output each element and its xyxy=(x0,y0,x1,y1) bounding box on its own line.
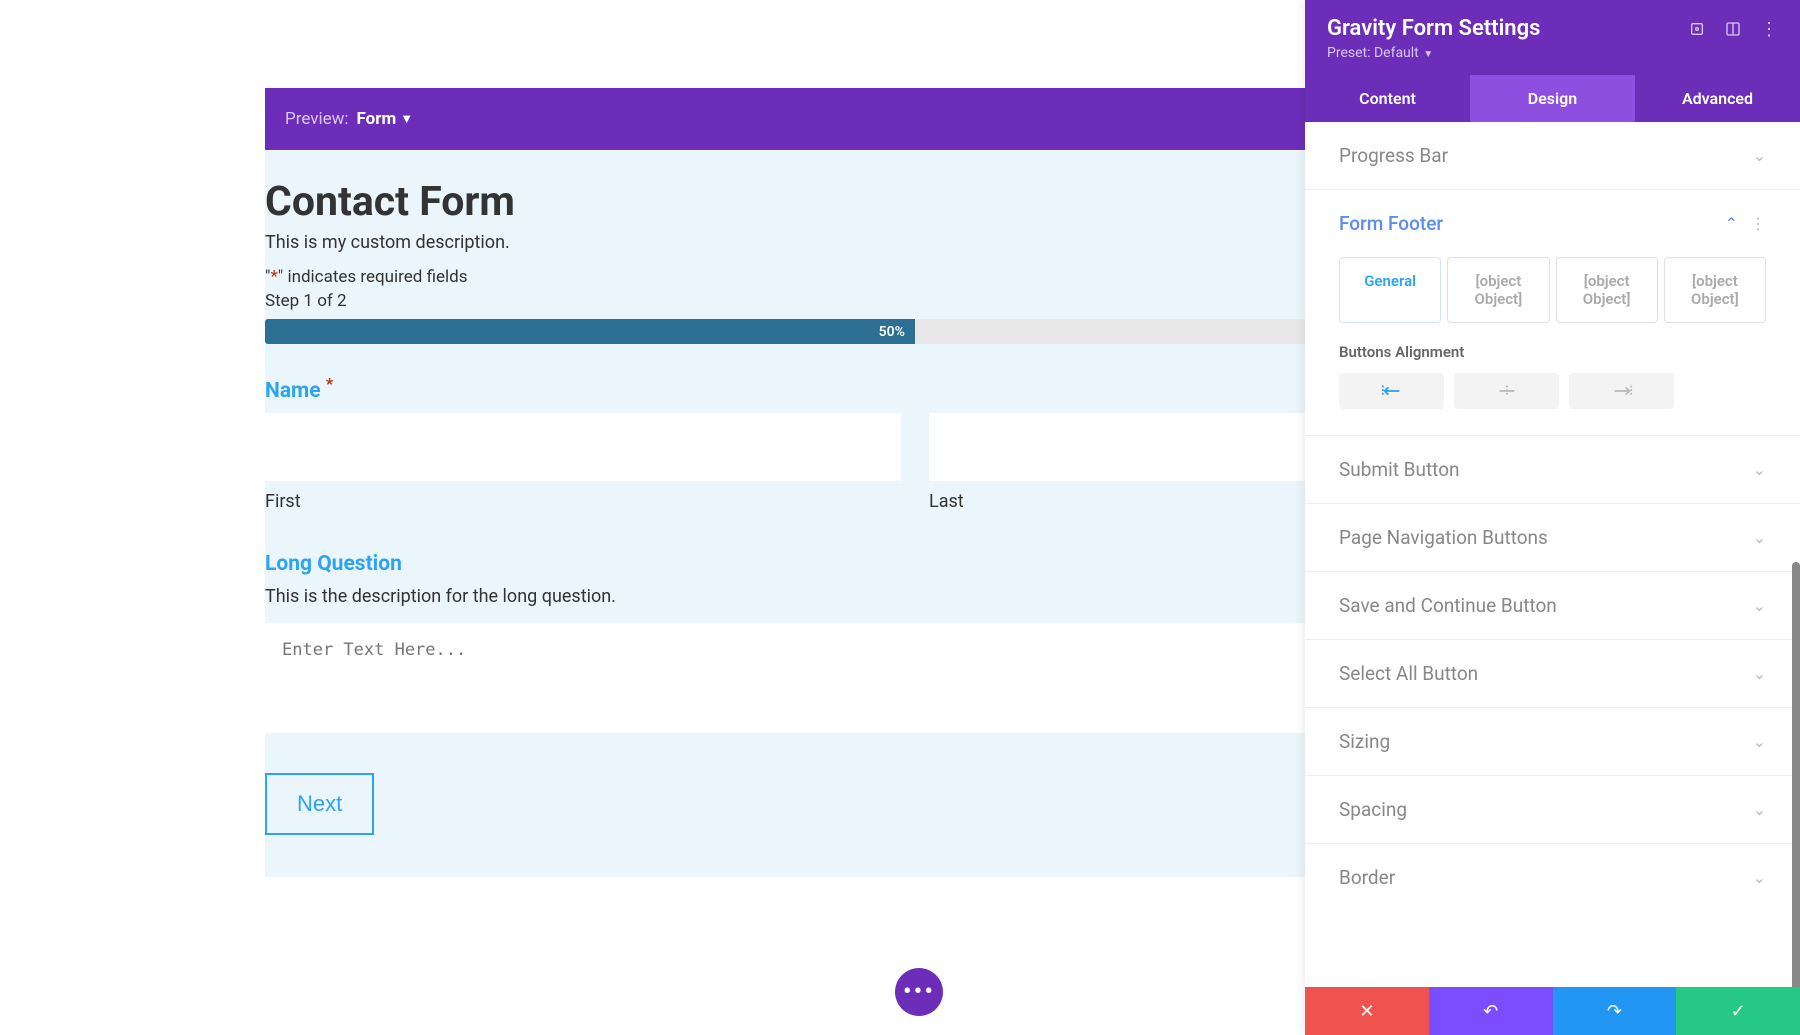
form-footer-subtabs: General [object Object] [object Object] … xyxy=(1339,257,1766,323)
chevron-down-icon: ⌄ xyxy=(1753,664,1766,683)
chevron-down-icon: ⌄ xyxy=(1753,528,1766,547)
section-border[interactable]: Border ⌄ xyxy=(1305,844,1800,897)
chevron-down-icon: ⌄ xyxy=(1753,596,1766,615)
chevron-down-icon: ⌄ xyxy=(1753,460,1766,479)
cancel-button[interactable]: ✕ xyxy=(1305,987,1429,1035)
chevron-up-icon: ⌃ xyxy=(1725,214,1738,233)
floating-actions-button[interactable]: ••• xyxy=(895,968,943,1016)
subtab-3[interactable]: [object Object] xyxy=(1556,257,1658,323)
more-options-icon[interactable]: ⋮ xyxy=(1760,20,1778,38)
expand-panel-icon[interactable] xyxy=(1724,20,1742,38)
section-progress-bar[interactable]: Progress Bar ⌄ xyxy=(1305,122,1800,190)
first-name-col: First xyxy=(265,413,901,512)
section-spacing[interactable]: Spacing ⌄ xyxy=(1305,776,1800,844)
buttons-alignment-label: Buttons Alignment xyxy=(1339,343,1766,361)
redo-button[interactable]: ↷ xyxy=(1553,987,1677,1035)
alignment-options xyxy=(1339,373,1766,409)
section-save-continue[interactable]: Save and Continue Button ⌄ xyxy=(1305,572,1800,640)
align-right-button[interactable] xyxy=(1569,373,1674,409)
action-bar: ✕ ↶ ↷ ✓ xyxy=(1305,987,1800,1035)
chevron-down-icon: ⌄ xyxy=(1753,146,1766,165)
required-star-icon: * xyxy=(326,374,333,393)
section-submit-button[interactable]: Submit Button ⌄ xyxy=(1305,436,1800,504)
align-left-button[interactable] xyxy=(1339,373,1444,409)
chevron-down-icon: ⌄ xyxy=(1753,732,1766,751)
section-page-navigation[interactable]: Page Navigation Buttons ⌄ xyxy=(1305,504,1800,572)
check-icon: ✓ xyxy=(1731,1001,1746,1022)
tab-content[interactable]: Content xyxy=(1305,75,1470,122)
section-form-footer[interactable]: Form Footer ⌃ ⋮ xyxy=(1305,190,1800,257)
panel-title: Gravity Form Settings xyxy=(1327,16,1688,41)
section-select-all[interactable]: Select All Button ⌄ xyxy=(1305,640,1800,708)
subtab-4[interactable]: [object Object] xyxy=(1664,257,1766,323)
dots-icon: ••• xyxy=(903,977,935,1007)
tab-advanced[interactable]: Advanced xyxy=(1635,75,1800,122)
first-name-input[interactable] xyxy=(265,413,901,481)
caret-down-icon: ▼ xyxy=(1421,49,1433,60)
panel-header: Gravity Form Settings Preset: Default ▼ … xyxy=(1305,0,1800,75)
settings-panel: Gravity Form Settings Preset: Default ▼ … xyxy=(1305,0,1800,1035)
section-sizing[interactable]: Sizing ⌄ xyxy=(1305,708,1800,776)
redo-icon: ↷ xyxy=(1607,1001,1622,1022)
progress-fill: 50% xyxy=(265,319,915,344)
caret-down-icon: ▼ xyxy=(400,111,413,127)
align-center-button[interactable] xyxy=(1454,373,1559,409)
undo-icon: ↶ xyxy=(1483,1001,1498,1022)
first-name-label: First xyxy=(265,491,901,512)
next-button[interactable]: Next xyxy=(265,773,374,835)
close-icon: ✕ xyxy=(1359,1001,1374,1022)
form-footer-content: General [object Object] [object Object] … xyxy=(1305,257,1800,436)
chevron-down-icon: ⌄ xyxy=(1753,800,1766,819)
preview-value: Form xyxy=(357,109,397,129)
undo-button[interactable]: ↶ xyxy=(1429,987,1553,1035)
subtab-general[interactable]: General xyxy=(1339,257,1441,323)
progress-percent: 50% xyxy=(879,324,905,340)
preview-label: Preview: xyxy=(285,109,349,129)
scrollbar-thumb[interactable] xyxy=(1792,562,1800,987)
save-button[interactable]: ✓ xyxy=(1676,987,1800,1035)
subtab-2[interactable]: [object Object] xyxy=(1447,257,1549,323)
panel-body[interactable]: Progress Bar ⌄ Form Footer ⌃ ⋮ General [… xyxy=(1305,122,1800,987)
chevron-down-icon: ⌄ xyxy=(1753,868,1766,887)
preset-dropdown[interactable]: Preset: Default ▼ xyxy=(1327,45,1688,61)
tab-design[interactable]: Design xyxy=(1470,75,1635,122)
section-options-icon[interactable]: ⋮ xyxy=(1750,214,1766,233)
responsive-preview-icon[interactable] xyxy=(1688,20,1706,38)
panel-tabs: Content Design Advanced xyxy=(1305,75,1800,122)
